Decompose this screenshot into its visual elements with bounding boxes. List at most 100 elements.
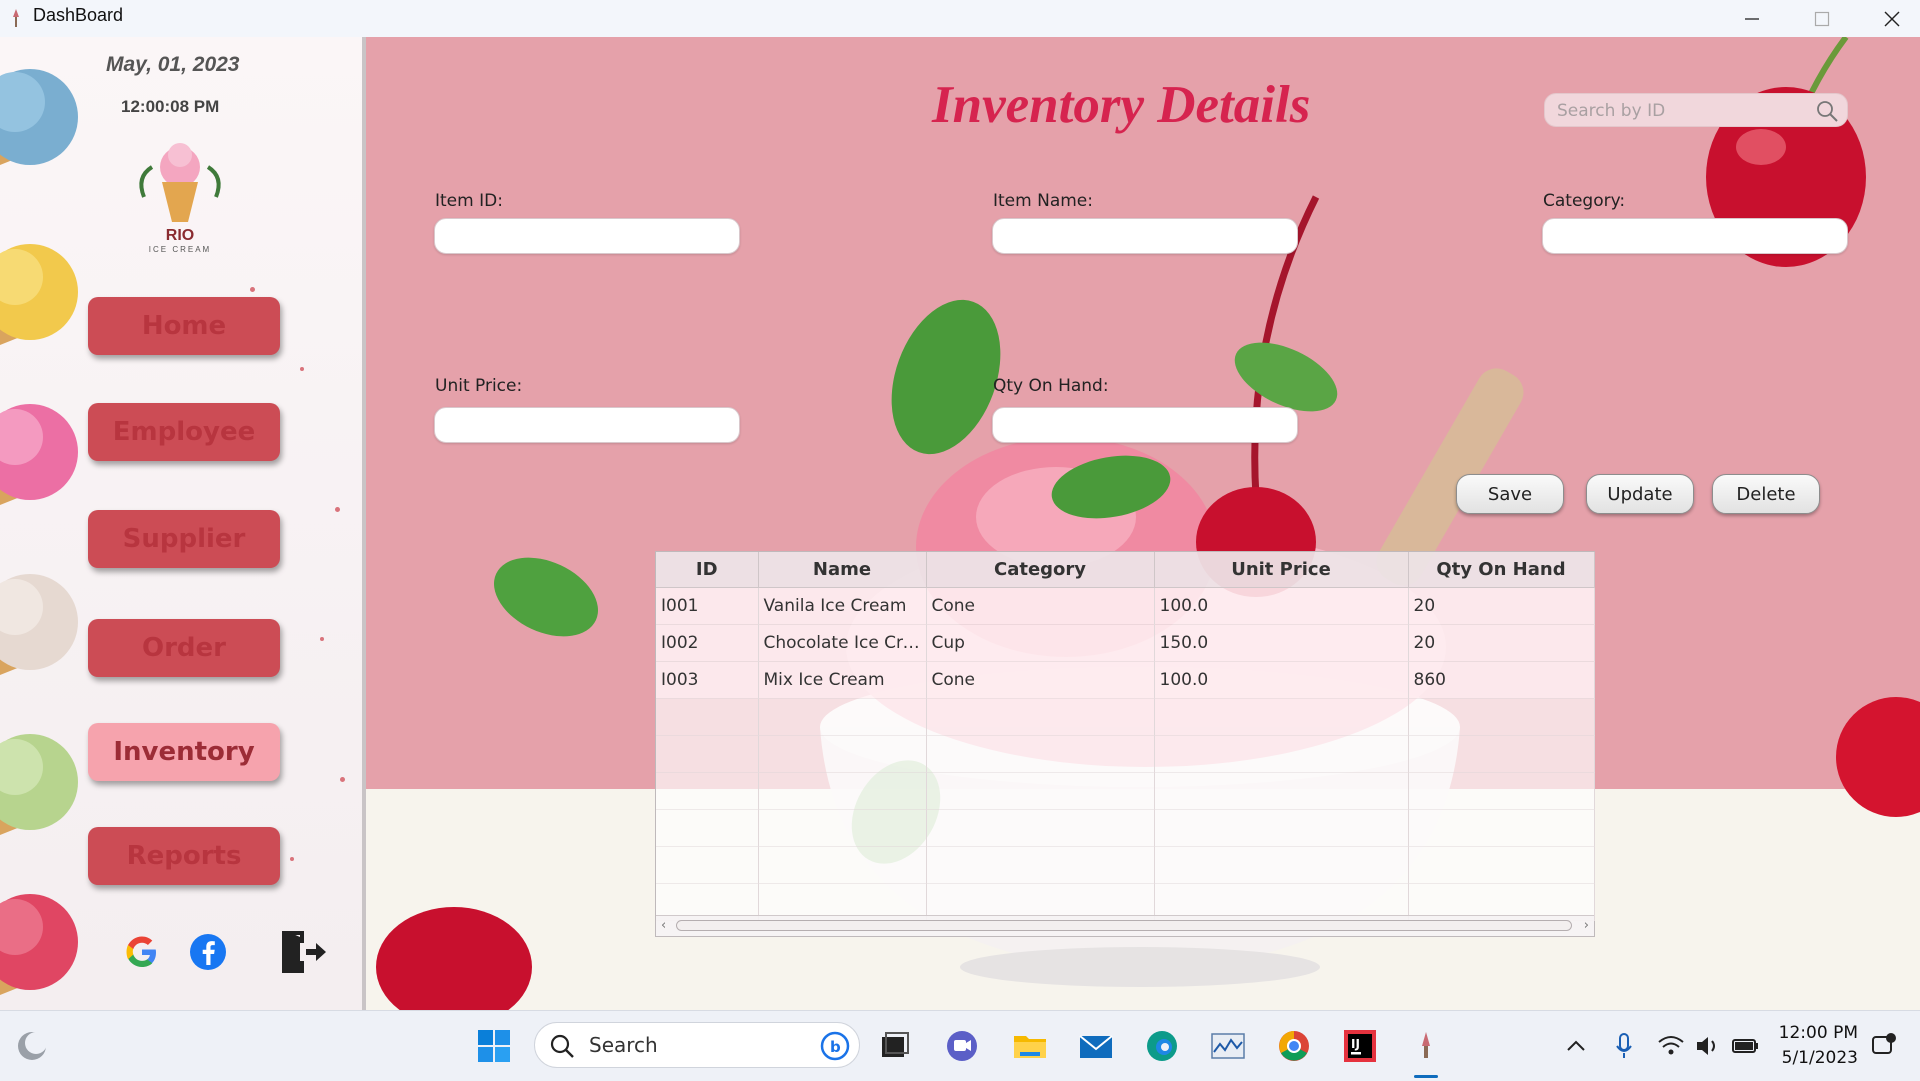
current-date: May, 01, 2023 — [106, 53, 240, 76]
battery-icon[interactable] — [1730, 1028, 1760, 1064]
current-time: 12:00:08 PM — [121, 97, 220, 116]
google-icon[interactable] — [122, 932, 162, 972]
table-row-empty — [656, 772, 1595, 810]
taskbar-search-label: Search — [589, 1033, 658, 1057]
window-title: DashBoard — [33, 5, 124, 25]
nav-inventory-button[interactable]: Inventory — [88, 723, 280, 781]
column-header-unit-price[interactable]: Unit Price — [1154, 552, 1409, 588]
item-name-field[interactable] — [992, 218, 1298, 254]
cell-category: Cup — [926, 624, 1155, 662]
column-header-category[interactable]: Category — [926, 552, 1155, 588]
qty-on-hand-field[interactable] — [992, 407, 1298, 443]
taskbar: Search b IJ 12:00 PM 5/1/2023 — [0, 1010, 1920, 1081]
cell-unit-price: 100.0 — [1154, 661, 1409, 699]
cell-category: Cone — [926, 661, 1155, 699]
facebook-icon[interactable] — [188, 932, 228, 972]
sidebar: May, 01, 2023 12:00:08 PM RIO ICE CREAM … — [0, 37, 366, 1010]
minimize-button[interactable] — [1718, 0, 1786, 37]
sprinkle-decoration — [335, 507, 340, 512]
sprinkle-decoration — [250, 287, 255, 292]
maximize-button[interactable] — [1788, 0, 1856, 37]
mail-icon[interactable] — [1078, 1028, 1114, 1064]
scroll-left-icon[interactable]: ‹ — [661, 918, 666, 933]
item-name-label: Item Name: — [993, 191, 1093, 211]
cell-qty-on-hand: 860 — [1408, 661, 1595, 699]
table-row-empty — [656, 735, 1595, 773]
search-input[interactable] — [1555, 94, 1809, 128]
resource-monitor-icon[interactable] — [1210, 1028, 1246, 1064]
nav-supplier-button[interactable]: Supplier — [88, 510, 280, 568]
chrome-icon[interactable] — [1276, 1028, 1312, 1064]
save-button[interactable]: Save — [1456, 474, 1564, 514]
category-field[interactable] — [1542, 218, 1848, 254]
table-row[interactable]: I003 Mix Ice Cream Cone 100.0 860 — [656, 661, 1595, 699]
wifi-icon[interactable] — [1656, 1028, 1686, 1064]
cell-category: Cone — [926, 587, 1155, 625]
notifications-icon[interactable] — [1868, 1028, 1898, 1064]
table-header-row: ID Name Category Unit Price Qty On Hand — [656, 552, 1595, 588]
column-header-name[interactable]: Name — [758, 552, 927, 588]
column-header-id[interactable]: ID — [656, 552, 759, 588]
table-row-empty — [656, 846, 1595, 884]
rio-ice-cream-logo: RIO ICE CREAM — [132, 137, 228, 257]
logout-icon[interactable] — [278, 927, 328, 977]
teams-chat-icon[interactable] — [944, 1028, 980, 1064]
close-button[interactable] — [1858, 0, 1920, 37]
scrollbar-thumb[interactable] — [676, 920, 1572, 931]
nav-reports-button[interactable]: Reports — [88, 827, 280, 885]
java-app-icon[interactable] — [1408, 1028, 1444, 1064]
logo-subtext: ICE CREAM — [148, 245, 212, 254]
ice-cream-cone-decoration — [0, 734, 78, 835]
ice-cream-cone-decoration — [0, 574, 78, 675]
scroll-right-icon[interactable]: › — [1584, 918, 1589, 933]
ice-cream-cone-decoration — [0, 69, 78, 165]
page-title: Inventory Details — [932, 76, 1311, 134]
table-row[interactable]: I002 Chocolate Ice Cre... Cup 150.0 20 — [656, 624, 1595, 662]
item-id-field[interactable] — [434, 218, 740, 254]
task-view-icon[interactable] — [876, 1028, 912, 1064]
microphone-icon[interactable] — [1612, 1028, 1636, 1064]
cell-id: I001 — [656, 587, 759, 625]
category-label: Category: — [1543, 191, 1626, 211]
table-row[interactable]: I001 Vanila Ice Cream Cone 100.0 20 — [656, 587, 1595, 625]
nav-home-button[interactable]: Home — [88, 297, 280, 355]
sprinkle-decoration — [290, 857, 294, 861]
delete-button[interactable]: Delete — [1712, 474, 1820, 514]
column-header-qty-on-hand[interactable]: Qty On Hand — [1408, 552, 1595, 588]
qty-on-hand-label: Qty On Hand: — [993, 376, 1109, 396]
ice-cream-cone-decoration — [0, 244, 78, 345]
nav-employee-button[interactable]: Employee — [88, 403, 280, 461]
cell-qty-on-hand: 20 — [1408, 587, 1595, 625]
windows-start-icon[interactable] — [476, 1028, 512, 1064]
cell-name: Mix Ice Cream — [758, 661, 927, 699]
nav-order-button[interactable]: Order — [88, 619, 280, 677]
unit-price-field[interactable] — [434, 407, 740, 443]
intellij-idea-icon[interactable]: IJ — [1342, 1028, 1378, 1064]
title-bar: DashBoard — [0, 0, 1920, 37]
logo-text: RIO — [165, 227, 195, 244]
maximize-icon — [1814, 11, 1830, 26]
taskbar-clock[interactable]: 12:00 PM 5/1/2023 — [1778, 1021, 1858, 1071]
taskbar-search[interactable]: Search b — [534, 1022, 860, 1068]
file-explorer-icon[interactable] — [1012, 1028, 1048, 1064]
cell-unit-price: 150.0 — [1154, 624, 1409, 662]
search-icon[interactable] — [1815, 99, 1839, 123]
weather-icon[interactable] — [14, 1028, 50, 1064]
svg-text:IJ: IJ — [1351, 1037, 1360, 1051]
bing-icon[interactable]: b — [819, 1030, 851, 1062]
taskbar-time: 12:00 PM — [1778, 1023, 1858, 1043]
sprinkle-decoration — [300, 367, 304, 371]
ice-cream-cone-decoration — [0, 894, 78, 995]
chevron-up-icon[interactable] — [1564, 1028, 1588, 1064]
ice-cream-cone-decoration — [0, 404, 78, 505]
search-icon — [550, 1034, 574, 1058]
volume-icon[interactable] — [1694, 1028, 1722, 1064]
inventory-table[interactable]: ID Name Category Unit Price Qty On Hand … — [655, 551, 1595, 937]
horizontal-scrollbar[interactable]: ‹ › — [656, 915, 1594, 936]
sprinkle-decoration — [340, 777, 345, 782]
table-row-empty — [656, 698, 1595, 736]
edge-icon[interactable] — [1144, 1028, 1180, 1064]
update-button[interactable]: Update — [1586, 474, 1694, 514]
unit-price-label: Unit Price: — [435, 376, 523, 396]
active-app-indicator — [1414, 1075, 1438, 1078]
